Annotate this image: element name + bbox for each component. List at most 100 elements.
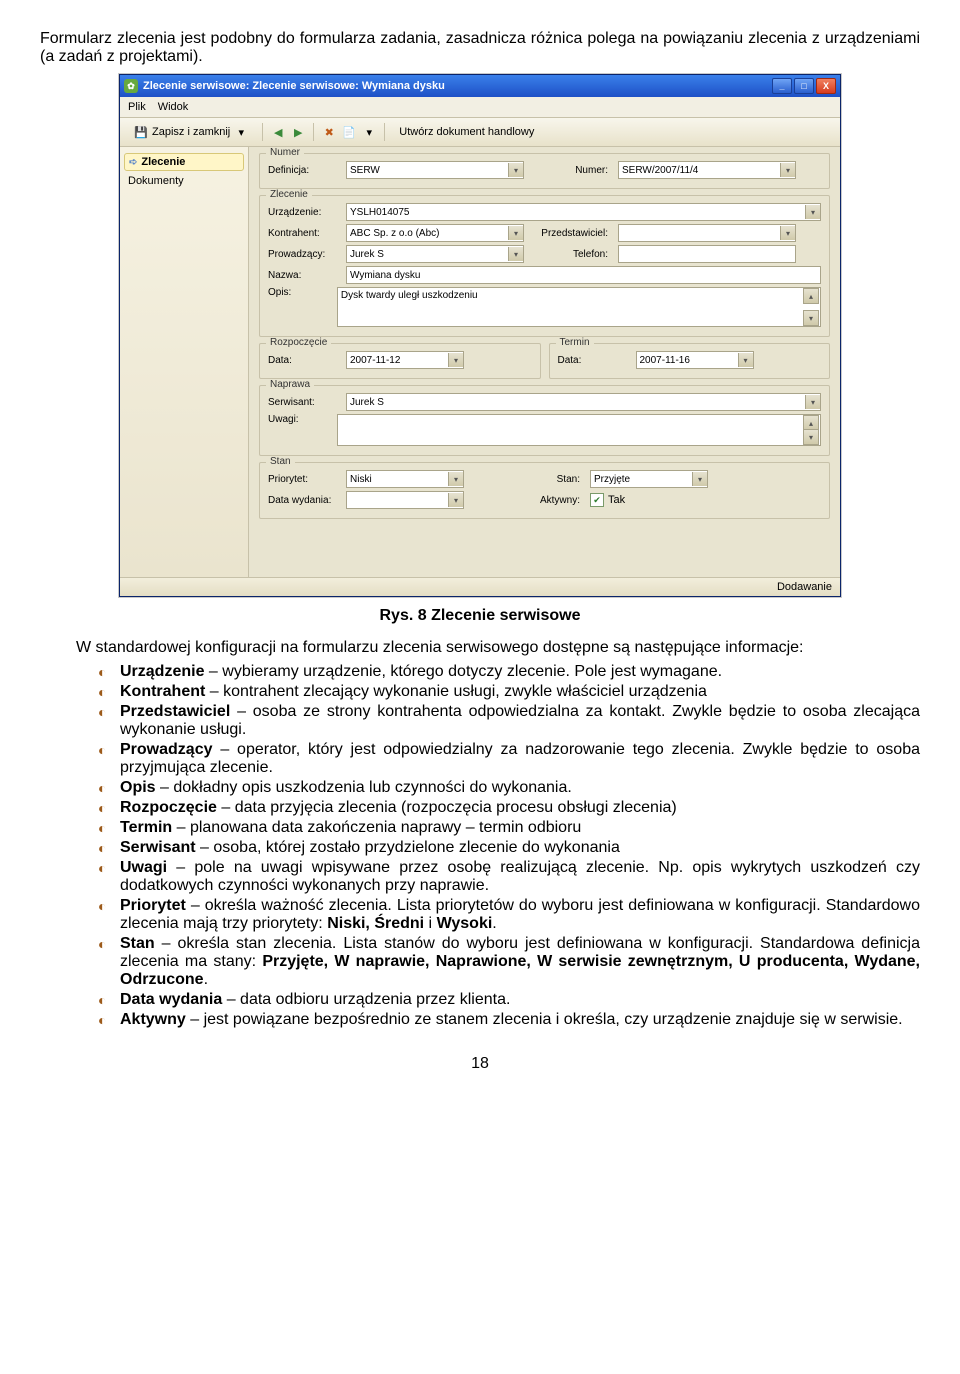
- chevron-down-icon: ▾: [448, 353, 463, 367]
- chevron-down-icon: ▾: [738, 353, 753, 367]
- bullet-list: Urządzenie – wybieramy urządzenie, które…: [40, 663, 920, 1029]
- create-doc-button[interactable]: Utwórz dokument handlowy: [393, 121, 540, 143]
- toolbar-separator: [384, 123, 385, 141]
- field-rozp-data[interactable]: 2007-11-12 ▾: [346, 351, 464, 369]
- label-opis: Opis:: [268, 287, 331, 298]
- list-item: Kontrahent – kontrahent zlecający wykona…: [98, 683, 920, 701]
- sidebar-item-dokumenty[interactable]: Dokumenty: [124, 173, 244, 189]
- toolbar-separator: [313, 123, 314, 141]
- field-kontrahent[interactable]: ABC Sp. z o.o (Abc) ▾: [346, 224, 524, 242]
- chevron-down-icon: ▾: [508, 163, 523, 177]
- save-close-button[interactable]: 💾 Zapisz i zamknij ▾: [128, 121, 254, 143]
- field-value: Wymiana dysku: [350, 270, 421, 281]
- group-legend: Numer: [266, 147, 304, 158]
- check-icon: ✔: [590, 493, 604, 507]
- figure-caption: Rys. 8 Zlecenie serwisowe: [40, 607, 920, 625]
- menu-widok[interactable]: Widok: [158, 101, 189, 113]
- label-urzadzenie: Urządzenie:: [268, 207, 340, 218]
- field-value: SERW: [350, 165, 380, 176]
- chevron-down-icon[interactable]: ▾: [362, 125, 376, 139]
- list-item: Stan – określa stan zlecenia. Lista stan…: [98, 935, 920, 989]
- statusbar: Dodawanie: [120, 577, 840, 596]
- intro-paragraph: Formularz zlecenia jest podobny do formu…: [40, 30, 920, 66]
- group-rozpoczecie: Rozpoczęcie Data: 2007-11-12 ▾: [259, 343, 541, 379]
- label-aktywny: Aktywny:: [470, 495, 584, 506]
- field-serwisant[interactable]: Jurek S ▾: [346, 393, 821, 411]
- tools-icon[interactable]: ✖: [322, 125, 336, 139]
- sidebar-item-zlecenie[interactable]: ➪ Zlecenie: [124, 153, 244, 171]
- back-icon[interactable]: ◀: [271, 125, 285, 139]
- refresh-icon[interactable]: 📄: [342, 125, 356, 139]
- list-item: Termin – planowana data zakończenia napr…: [98, 819, 920, 837]
- field-definicja[interactable]: SERW ▾: [346, 161, 524, 179]
- scroll-down-icon[interactable]: ▾: [803, 429, 819, 445]
- maximize-button[interactable]: □: [794, 78, 814, 94]
- label-data: Data:: [558, 355, 630, 366]
- label-telefon: Telefon:: [530, 249, 612, 260]
- list-item: Priorytet – określa ważność zlecenia. Li…: [98, 897, 920, 933]
- chevron-down-icon: ▾: [780, 163, 795, 177]
- label-data: Data:: [268, 355, 340, 366]
- label-prowadzacy: Prowadzący:: [268, 249, 340, 260]
- field-numer[interactable]: SERW/2007/11/4 ▾: [618, 161, 796, 179]
- app-window: ✿ Zlecenie serwisowe: Zlecenie serwisowe…: [119, 74, 841, 597]
- chevron-down-icon: ▾: [448, 493, 463, 507]
- group-numer: Numer Definicja: SERW ▾ Numer: SERW/2007…: [259, 153, 830, 189]
- field-data-wydania[interactable]: ▾: [346, 491, 464, 509]
- field-value: 2007-11-12: [350, 355, 400, 366]
- minimize-button[interactable]: _: [772, 78, 792, 94]
- group-legend: Naprawa: [266, 379, 314, 390]
- chevron-down-icon: ▾: [508, 247, 523, 261]
- chevron-down-icon: ▾: [780, 226, 795, 240]
- field-value: Dysk twardy uległ uszkodzeniu: [341, 290, 478, 301]
- field-value: Przyjęte: [594, 474, 630, 485]
- chevron-down-icon: ▾: [805, 395, 820, 409]
- menubar: Plik Widok: [120, 97, 840, 118]
- list-item: Rozpoczęcie – data przyjęcia zlecenia (r…: [98, 799, 920, 817]
- save-close-label: Zapisz i zamknij: [152, 126, 230, 138]
- menu-plik[interactable]: Plik: [128, 101, 146, 113]
- forward-icon[interactable]: ▶: [291, 125, 305, 139]
- status-text: Dodawanie: [777, 581, 832, 593]
- page-number: 18: [40, 1055, 920, 1073]
- field-value: 2007-11-16: [640, 355, 690, 366]
- label-priorytet: Priorytet:: [268, 474, 340, 485]
- field-term-data[interactable]: 2007-11-16 ▾: [636, 351, 754, 369]
- label-nazwa: Nazwa:: [268, 270, 340, 281]
- toolbar-separator: [262, 123, 263, 141]
- label-serwisant: Serwisant:: [268, 397, 340, 408]
- field-przedstawiciel[interactable]: ▾: [618, 224, 796, 242]
- list-item: Prowadzący – operator, który jest odpowi…: [98, 741, 920, 777]
- scroll-down-icon[interactable]: ▾: [803, 310, 819, 326]
- field-value: Niski: [350, 474, 372, 485]
- field-nazwa[interactable]: Wymiana dysku: [346, 266, 821, 284]
- sidebar-item-label: Dokumenty: [128, 175, 184, 187]
- field-telefon[interactable]: [618, 245, 796, 263]
- close-button[interactable]: X: [816, 78, 836, 94]
- checkbox-aktywny[interactable]: ✔ Tak: [590, 493, 625, 507]
- field-urzadzenie[interactable]: YSLH014075 ▾: [346, 203, 821, 221]
- titlebar[interactable]: ✿ Zlecenie serwisowe: Zlecenie serwisowe…: [120, 75, 840, 97]
- disk-icon: 💾: [134, 125, 148, 139]
- arrow-icon: ➪: [129, 157, 137, 168]
- group-legend: Rozpoczęcie: [266, 337, 331, 348]
- list-item: Data wydania – data odbioru urządzenia p…: [98, 991, 920, 1009]
- chevron-down-icon: ▾: [448, 472, 463, 486]
- field-priorytet[interactable]: Niski ▾: [346, 470, 464, 488]
- group-legend: Stan: [266, 456, 295, 467]
- field-opis[interactable]: Dysk twardy uległ uszkodzeniu ▴ ▾: [337, 287, 821, 327]
- label-przedstawiciel: Przedstawiciel:: [530, 228, 612, 239]
- field-value: SERW/2007/11/4: [622, 165, 698, 176]
- list-item: Serwisant – osoba, której zostało przydz…: [98, 839, 920, 857]
- field-prowadzacy[interactable]: Jurek S ▾: [346, 245, 524, 263]
- sidebar: ➪ Zlecenie Dokumenty: [120, 147, 249, 577]
- list-item: Opis – dokładny opis uszkodzenia lub czy…: [98, 779, 920, 797]
- scroll-up-icon[interactable]: ▴: [803, 288, 819, 304]
- field-uwagi[interactable]: ▴ ▾: [337, 414, 821, 446]
- intro2: W standardowej konfiguracji na formularz…: [40, 639, 920, 657]
- field-value: ABC Sp. z o.o (Abc): [350, 228, 439, 239]
- chevron-down-icon: ▾: [508, 226, 523, 240]
- field-stan[interactable]: Przyjęte ▾: [590, 470, 708, 488]
- chevron-down-icon: ▾: [805, 205, 820, 219]
- app-icon: ✿: [124, 79, 138, 93]
